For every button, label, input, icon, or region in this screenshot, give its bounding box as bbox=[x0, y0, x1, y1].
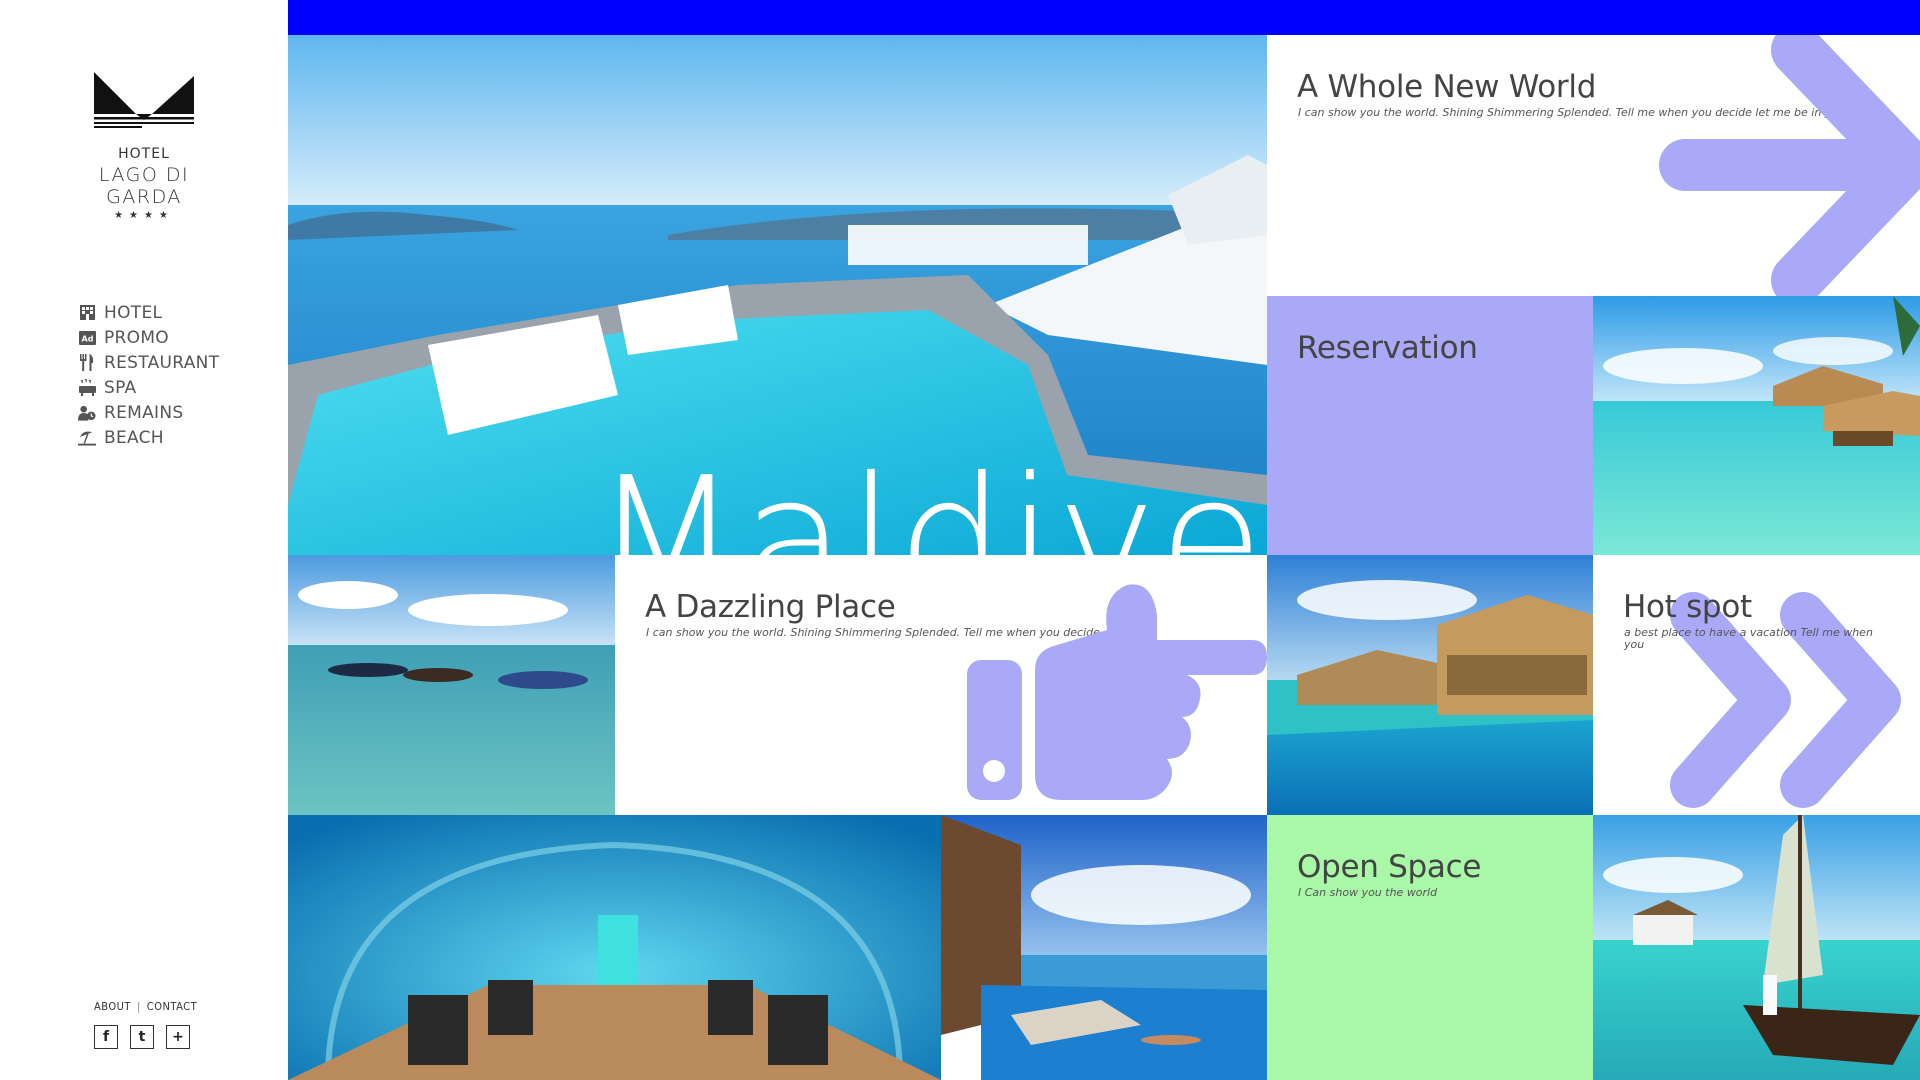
logo-mark-icon bbox=[94, 72, 194, 128]
tile-description: a best place to have a vacation Tell me … bbox=[1624, 626, 1873, 651]
nav-label: HOTEL bbox=[104, 302, 163, 323]
tile-villa-pool[interactable] bbox=[941, 815, 1267, 1080]
nav-label: SPA bbox=[104, 377, 137, 398]
tile-swimmers[interactable] bbox=[288, 555, 615, 815]
tile-hot-spot[interactable]: Hot spot a best place to have a vacation… bbox=[1593, 555, 1920, 815]
social-links: f t + bbox=[94, 1025, 190, 1049]
tile-title: A Dazzling Place bbox=[645, 589, 896, 625]
footer-separator: | bbox=[136, 1000, 141, 1013]
umbrella-beach-icon bbox=[78, 429, 96, 447]
nav-item-promo[interactable]: Ad PROMO bbox=[78, 325, 219, 350]
swimmers-image bbox=[288, 555, 615, 815]
nav-item-remains[interactable]: REMAINS bbox=[78, 400, 219, 425]
arrow-right-icon[interactable] bbox=[1657, 35, 1920, 296]
logo-stars: ★★★★ bbox=[114, 210, 174, 221]
nav-label: REMAINS bbox=[104, 402, 184, 423]
about-link[interactable]: ABOUT bbox=[94, 1000, 131, 1013]
overwater-huts-image bbox=[1593, 296, 1920, 555]
nav-label: PROMO bbox=[104, 327, 169, 348]
tile-underwater-restaurant[interactable] bbox=[288, 815, 941, 1080]
main-nav: HOTEL Ad PROMO RESTAURANT SPA REMAINS BE… bbox=[78, 300, 219, 450]
ad-icon: Ad bbox=[78, 329, 96, 347]
nav-label: RESTAURANT bbox=[104, 352, 220, 373]
tile-dazzling-place[interactable]: A Dazzling Place I can show you the worl… bbox=[615, 555, 1267, 815]
tile-title: Reservation bbox=[1297, 330, 1478, 366]
top-bar bbox=[288, 0, 1920, 35]
bungalow-image bbox=[1267, 555, 1593, 815]
underwater-restaurant-image bbox=[288, 815, 941, 1080]
contact-link[interactable]: CONTACT bbox=[147, 1000, 197, 1013]
hotel-logo[interactable]: HOTEL LAGO DI GARDA ★★★★ bbox=[58, 70, 230, 221]
tile-description: I Can show you the world bbox=[1298, 886, 1438, 899]
tile-title: Open Space bbox=[1297, 849, 1482, 885]
nav-item-restaurant[interactable]: RESTAURANT bbox=[78, 350, 219, 375]
tile-open-space[interactable]: Open Space I Can show you the world bbox=[1267, 815, 1593, 1080]
spa-icon bbox=[78, 379, 96, 397]
nav-item-spa[interactable]: SPA bbox=[78, 375, 219, 400]
plus-icon[interactable]: + bbox=[166, 1025, 190, 1049]
tile-reservation[interactable]: Reservation bbox=[1267, 296, 1593, 555]
svg-text:Ad: Ad bbox=[81, 334, 93, 343]
fork-knife-icon bbox=[78, 354, 96, 372]
user-clock-icon bbox=[78, 404, 96, 422]
sidebar: HOTEL LAGO DI GARDA ★★★★ HOTEL Ad PROMO … bbox=[0, 0, 288, 1080]
tile-title: A Whole New World bbox=[1297, 69, 1597, 105]
nav-item-beach[interactable]: BEACH bbox=[78, 425, 219, 450]
tile-sailboat[interactable] bbox=[1593, 815, 1920, 1080]
hero-tile[interactable]: Maldives bbox=[288, 35, 1267, 555]
footer-links: ABOUT | CONTACT bbox=[94, 1000, 197, 1013]
hero-destination-word: Maldives bbox=[593, 441, 1267, 555]
villa-pool-image bbox=[941, 815, 1267, 1080]
logo-hotel-name: LAGO DI GARDA bbox=[98, 164, 190, 208]
nav-label: BEACH bbox=[104, 427, 164, 448]
tile-title: Hot spot bbox=[1623, 589, 1752, 625]
tile-whole-new-world[interactable]: A Whole New World I can show you the wor… bbox=[1267, 35, 1920, 296]
sailboat-image bbox=[1593, 815, 1920, 1080]
twitter-icon[interactable]: t bbox=[130, 1025, 154, 1049]
facebook-icon[interactable]: f bbox=[94, 1025, 118, 1049]
nav-item-hotel[interactable]: HOTEL bbox=[78, 300, 219, 325]
hand-pointing-right-icon[interactable] bbox=[967, 575, 1267, 815]
building-icon bbox=[78, 304, 96, 322]
tile-overwater-huts[interactable] bbox=[1593, 296, 1920, 555]
logo-hotel-word: HOTEL bbox=[118, 146, 170, 162]
tile-bungalow[interactable] bbox=[1267, 555, 1593, 815]
